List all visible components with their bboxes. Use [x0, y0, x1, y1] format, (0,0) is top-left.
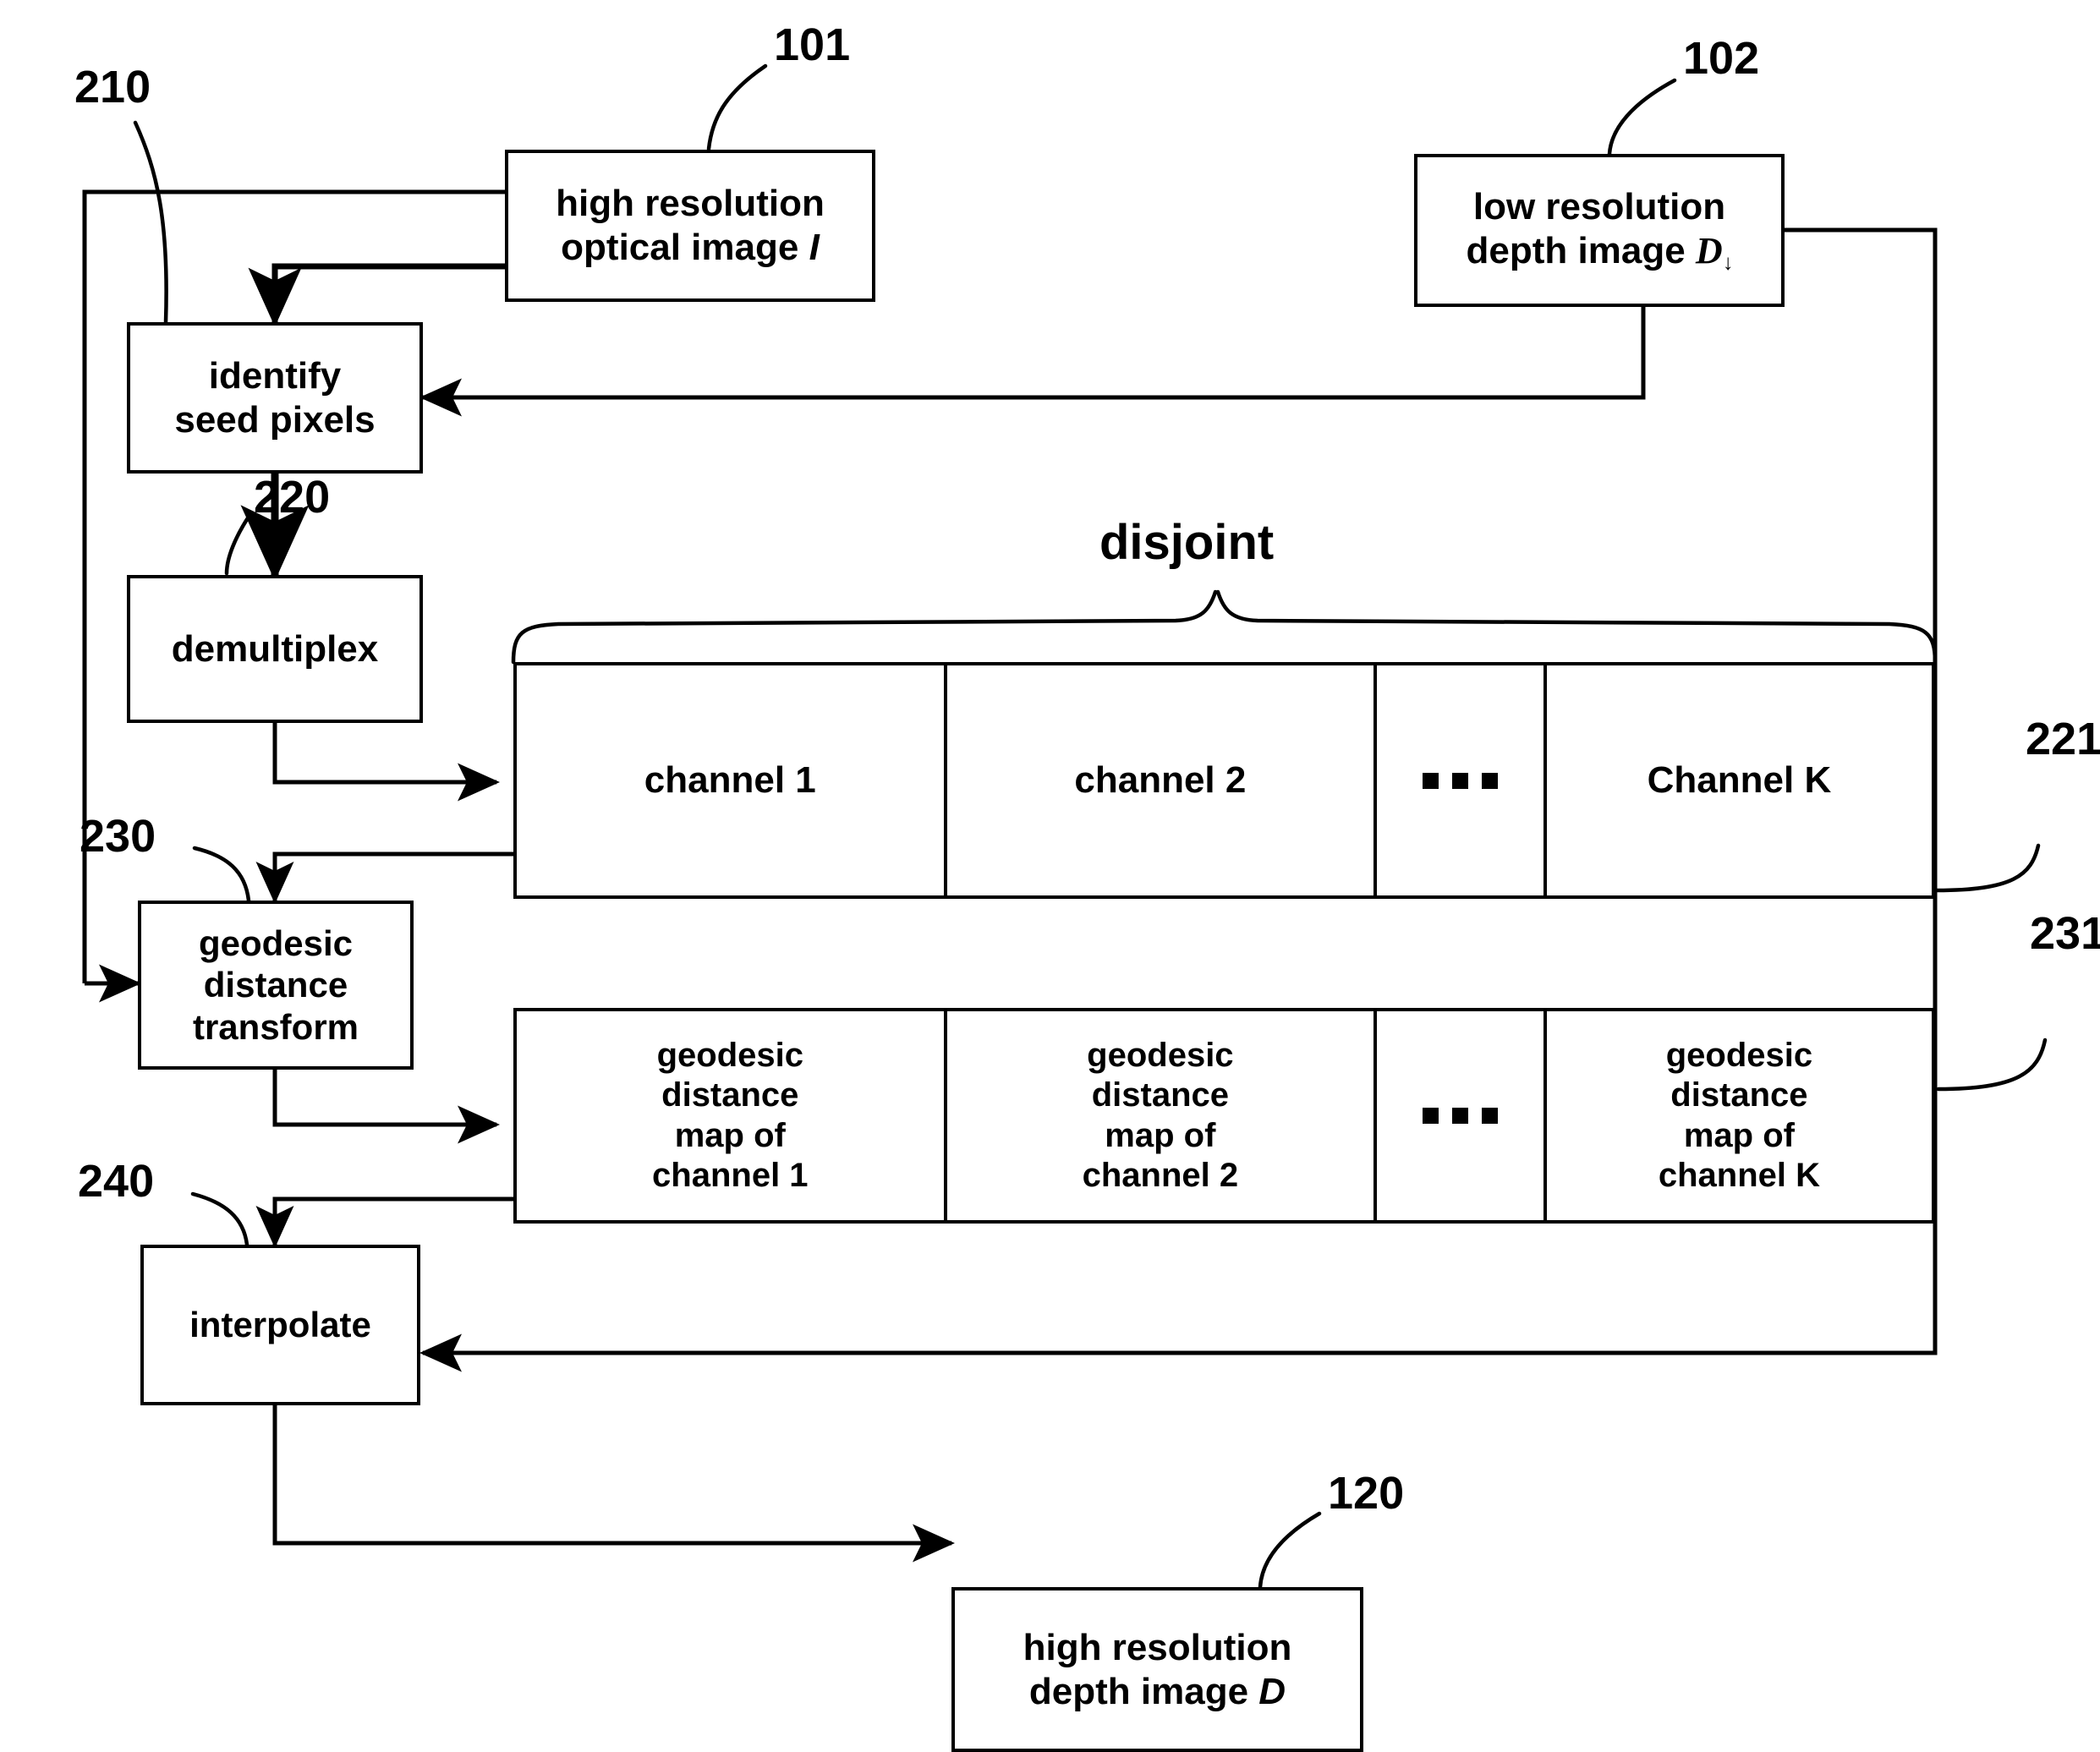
subscript-downarrow: ↓	[1722, 250, 1734, 275]
geodesic-map-2-line-3: map of	[1105, 1116, 1216, 1154]
square-dot-icon	[1423, 772, 1439, 789]
node-geodesic-distance-transform[interactable]: geodesic distance transform	[138, 901, 414, 1070]
identify-seed-line-2: seed pixels	[174, 398, 376, 441]
geodesic-map-k-line-2: distance	[1670, 1076, 1808, 1114]
geodesic-map-k-line-4: channel K	[1658, 1156, 1820, 1194]
channel-cell-2[interactable]: channel 2	[947, 665, 1378, 895]
geodesic-map-cell-k[interactable]: geodesic distance map of channel K	[1547, 1011, 1932, 1220]
identify-seed-line-1: identify	[208, 354, 342, 397]
geodesic-map-row[interactable]: geodesic distance map of channel 1 geode…	[513, 1008, 1935, 1224]
depth-image-high-line-2: depth image D	[1028, 1670, 1286, 1712]
channel-row[interactable]: channel 1 channel 2 Channel K	[513, 662, 1935, 899]
node-low-resolution-depth-image[interactable]: low resolution depth image D↓	[1414, 154, 1785, 307]
geodesic-map-1-line-4: channel 1	[652, 1156, 809, 1194]
geodesic-map-1-line-1: geodesic	[656, 1037, 803, 1075]
node-high-resolution-depth-image[interactable]: high resolution depth image D	[951, 1587, 1363, 1752]
symbol-I: I	[809, 227, 820, 268]
square-dot-icon	[1423, 1108, 1439, 1124]
geodesic-map-1-line-2: distance	[661, 1076, 799, 1114]
ref-number-210: 210	[74, 62, 151, 112]
optical-image-line-2: optical image I	[561, 227, 820, 268]
geodesic-transform-line-3: transform	[192, 1006, 359, 1047]
channel-cell-2-label: channel 2	[1074, 759, 1247, 802]
channel-cell-1-label: channel 1	[644, 759, 816, 802]
ref-number-230: 230	[80, 811, 156, 862]
geodesic-transform-line-2: distance	[203, 965, 348, 1005]
geodesic-map-1-line-3: map of	[674, 1116, 786, 1154]
demultiplex-label: demultiplex	[171, 627, 379, 670]
ref-number-221: 221	[2026, 714, 2100, 764]
depth-image-high-line-1: high resolution	[1023, 1626, 1292, 1668]
channel-cell-k-label: Channel K	[1647, 759, 1832, 802]
square-dot-icon	[1482, 772, 1499, 789]
geodesic-map-cell-1[interactable]: geodesic distance map of channel 1	[517, 1011, 947, 1220]
geodesic-map-cell-ellipsis	[1377, 1011, 1547, 1220]
geodesic-transform-line-1: geodesic	[198, 923, 354, 963]
disjoint-brace-label: disjoint	[1099, 515, 1275, 570]
ref-number-120: 120	[1328, 1468, 1405, 1519]
square-dot-icon	[1452, 772, 1469, 789]
ref-number-240: 240	[78, 1156, 155, 1207]
interpolate-label: interpolate	[189, 1305, 371, 1345]
node-identify-seed-pixels[interactable]: identify seed pixels	[127, 322, 423, 474]
depth-image-low-line-1: low resolution	[1472, 185, 1726, 227]
ref-number-231: 231	[2030, 908, 2100, 959]
depth-image-low-line-2: depth image D↓	[1466, 229, 1734, 275]
channel-cell-ellipsis	[1377, 665, 1547, 895]
optical-image-line-1: high resolution	[556, 183, 825, 225]
geodesic-map-2-line-4: channel 2	[1082, 1156, 1239, 1194]
ref-number-102: 102	[1683, 33, 1760, 84]
geodesic-map-k-line-1: geodesic	[1665, 1037, 1813, 1075]
geodesic-map-k-line-3: map of	[1683, 1116, 1795, 1154]
channel-cell-k[interactable]: Channel K	[1547, 665, 1932, 895]
ref-number-101: 101	[774, 19, 851, 70]
geodesic-map-cell-2[interactable]: geodesic distance map of channel 2	[947, 1011, 1378, 1220]
node-high-resolution-optical-image[interactable]: high resolution optical image I	[505, 150, 875, 302]
square-dot-icon	[1452, 1108, 1469, 1124]
channel-cell-1[interactable]: channel 1	[517, 665, 947, 895]
symbol-D: D	[1258, 1670, 1286, 1712]
square-dot-icon	[1482, 1108, 1499, 1124]
figure-canvas: high resolution optical image I 101 low …	[0, 0, 2100, 1752]
geodesic-map-2-line-1: geodesic	[1087, 1037, 1234, 1075]
ref-number-220: 220	[254, 472, 331, 523]
node-demultiplex[interactable]: demultiplex	[127, 575, 423, 723]
node-interpolate[interactable]: interpolate	[140, 1245, 420, 1405]
geodesic-map-2-line-2: distance	[1091, 1076, 1230, 1114]
symbol-D: D	[1695, 229, 1723, 271]
